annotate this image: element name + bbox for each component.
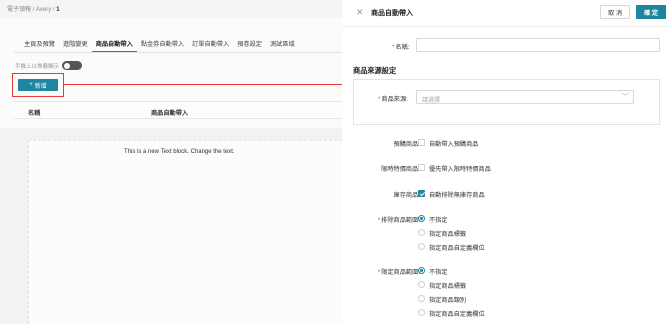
product-auto-drawer: ✕ 商品自動帶入 取 消 確 定 *名稱: 商品來源設定 *商品來源: 請選擇 … <box>342 0 670 324</box>
tab-product-auto[interactable]: 商品自動帶入 <box>91 40 137 52</box>
background-app: 電子領報 / Avery / 1 主頁及預覽 進階變更 商品自動帶入 點金券自動… <box>0 0 342 324</box>
tab-advanced[interactable]: 進階變更 <box>59 40 92 52</box>
chevron-down-icon: ﹀ <box>622 94 629 101</box>
name-input[interactable] <box>416 38 660 52</box>
drawer-title: 商品自動帶入 <box>371 10 413 17</box>
text-block[interactable]: This is a new Text block. Change the tex… <box>28 140 342 324</box>
limit-radio-custom[interactable] <box>418 309 425 316</box>
add-button[interactable]: + 新增 <box>18 79 58 91</box>
annotation-arrow-line <box>64 84 346 86</box>
stock-label: 庫存商品: <box>393 192 420 199</box>
add-button-label: 新增 <box>34 83 47 90</box>
presale-checkbox[interactable] <box>418 139 425 146</box>
limited-checkbox[interactable] <box>418 164 425 171</box>
limit-range-label: *限定商品範圍: <box>377 269 420 276</box>
source-select[interactable]: 請選擇 ﹀ <box>416 90 634 104</box>
limited-option[interactable]: 優先帶入限時特價商品 <box>429 164 491 173</box>
stock-checkbox[interactable] <box>418 190 425 197</box>
tab-test[interactable]: 測試區域 <box>266 40 299 52</box>
exclude-option-custom[interactable]: 指定商品自定義欄位 <box>429 243 485 252</box>
presale-label: 預購商品: <box>393 141 420 148</box>
confirm-button[interactable]: 確 定 <box>636 5 666 19</box>
tab-bar: 主頁及預覽 進階變更 商品自動帶入 點金券自動帶入 訂單自動帶入 預卷設定 測試… <box>20 40 299 52</box>
table-header: 名稱 商品自動帶入 <box>14 101 342 119</box>
source-select-placeholder: 請選擇 <box>422 97 441 104</box>
limit-option-none[interactable]: 不指定 <box>429 267 448 276</box>
breadcrumb-current: 1 <box>56 7 60 13</box>
exclude-range-label: *排除商品範圍: <box>377 217 420 224</box>
column-header-name: 名稱 <box>28 110 41 117</box>
exclude-radio-none[interactable] <box>418 215 425 222</box>
limit-radio-none[interactable] <box>418 267 425 274</box>
drawer-header: ✕ 商品自動帶入 取 消 確 定 <box>342 0 670 27</box>
breadcrumb-parent[interactable]: 電子領報 / Avery / <box>7 7 55 13</box>
cancel-button[interactable]: 取 消 <box>600 5 630 19</box>
section-title: 商品來源設定 <box>353 66 397 75</box>
source-label: *商品來源: <box>378 94 408 103</box>
tab-coupon-auto[interactable]: 點金券自動帶入 <box>137 40 188 52</box>
name-label: *名稱: <box>392 42 410 51</box>
stock-option[interactable]: 自動排除無庫存商品 <box>429 190 485 199</box>
exclude-option-none[interactable]: 不指定 <box>429 215 448 224</box>
text-block-content: This is a new Text block. Change the tex… <box>124 149 235 155</box>
column-header-product-auto: 商品自動帶入 <box>151 110 189 117</box>
tab-order-auto[interactable]: 訂單自動帶入 <box>188 40 233 52</box>
breadcrumb: 電子領報 / Avery / 1 <box>7 4 60 13</box>
mobile-stack-label: 手機上以堆疊顯示 <box>15 63 60 70</box>
tabs-divider <box>14 52 342 53</box>
tab-settings[interactable]: 預卷設定 <box>233 40 266 52</box>
close-icon[interactable]: ✕ <box>356 8 364 17</box>
limit-radio-category[interactable] <box>418 295 425 302</box>
name-label-text: 名稱: <box>395 44 410 51</box>
exclude-option-tag[interactable]: 指定商品標籤 <box>429 229 466 238</box>
mobile-stack-toggle[interactable] <box>62 61 83 70</box>
exclude-radio-custom[interactable] <box>418 243 425 250</box>
limit-option-tag[interactable]: 指定商品標籤 <box>429 281 466 290</box>
plus-icon: + <box>29 82 33 88</box>
limit-option-category[interactable]: 指定商品類別 <box>429 295 466 304</box>
source-label-text: 商品來源: <box>381 96 408 103</box>
mobile-stack-row: 手機上以堆疊顯示 <box>15 61 83 70</box>
limited-label: 限時特價商品: <box>381 166 420 173</box>
limit-radio-tag[interactable] <box>418 281 425 288</box>
limit-option-custom[interactable]: 指定商品自定義欄位 <box>429 309 485 318</box>
tab-preview[interactable]: 主頁及預覽 <box>20 40 59 52</box>
presale-option[interactable]: 自動帶入預購商品 <box>429 139 479 148</box>
exclude-radio-tag[interactable] <box>418 229 425 236</box>
